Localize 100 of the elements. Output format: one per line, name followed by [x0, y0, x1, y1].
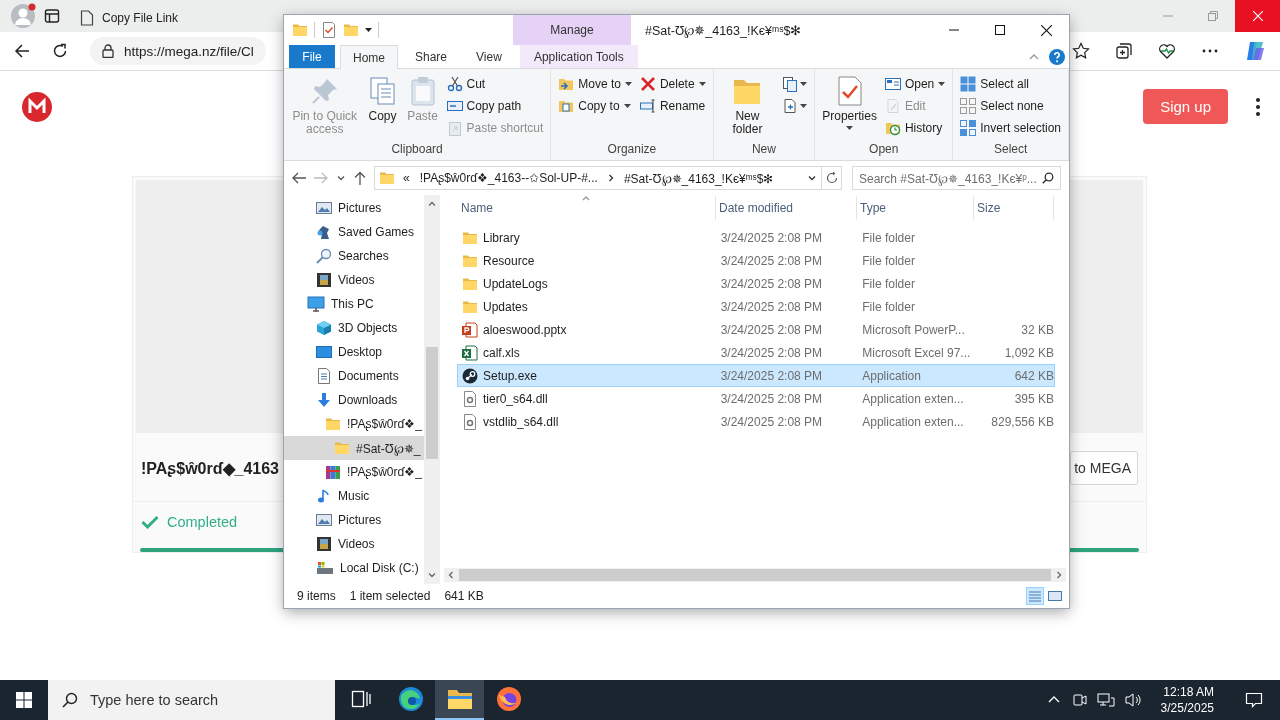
ribbon-button[interactable]: Select none — [957, 95, 1064, 117]
ribbon-button[interactable]: Invert selection — [957, 117, 1064, 139]
file-row[interactable]: calf.xls 3/24/2025 2:08 PM Microsoft Excel 97... 1,092 KB — [457, 341, 1055, 364]
spreadsheet-icon — [462, 344, 478, 361]
tree-item[interactable]: #Sat-Ʊ℘✵_ — [284, 436, 424, 460]
ribbon-button[interactable]: New folder — [717, 73, 778, 138]
search-field[interactable]: Search #Sat-Ʊ℘✵_4163_!Kє¥ᵖ... — [852, 166, 1061, 190]
column-header[interactable]: Type — [857, 196, 974, 220]
breadcrumb-overflow[interactable]: « — [401, 171, 412, 185]
tree-item[interactable]: Desktop — [284, 340, 424, 364]
tree-item[interactable]: Searches — [284, 244, 424, 268]
taskbar-search-field[interactable]: Type here to search — [48, 680, 335, 720]
clock[interactable]: 12:18 AM 3/25/2025 — [1152, 684, 1224, 716]
ribbon-button[interactable]: Copy to — [555, 95, 635, 117]
type-cell-text: Application exten... — [862, 414, 965, 429]
properties-icon[interactable] — [321, 22, 337, 38]
caret-icon — [623, 104, 631, 108]
help-icon[interactable] — [1049, 48, 1065, 65]
refresh-button[interactable] — [52, 43, 68, 59]
tree-item[interactable]: This PC — [284, 292, 424, 316]
tree-item[interactable]: Videos — [284, 268, 424, 292]
tree-item[interactable]: Videos — [284, 532, 424, 556]
column-header[interactable]: Date modified — [716, 196, 857, 220]
ribbon-button[interactable]: Copy — [363, 73, 402, 125]
tree-item[interactable]: !PAʂ$ŵ0rɗ❖_ — [284, 460, 424, 484]
breadcrumb[interactable]: #Sat-Ʊ℘✵_4163_!Kє¥ᵐˢ$✻ — [621, 169, 776, 187]
ribbon-tab[interactable]: View — [464, 45, 514, 68]
file-row[interactable]: aloeswood.pptx 3/24/2025 2:08 PM Microsoft PowerP... 32 KB — [457, 318, 1055, 341]
scrollbar[interactable] — [444, 568, 1066, 582]
tree-item[interactable]: Downloads — [284, 388, 424, 412]
ribbon-button[interactable]: History — [881, 117, 949, 139]
back-button[interactable] — [292, 172, 306, 184]
tree-item[interactable]: Pictures — [284, 196, 424, 220]
edge-icon — [397, 686, 424, 712]
ribbon-tab[interactable]: Share — [403, 45, 460, 68]
ribbon-button[interactable]: Properties — [819, 73, 880, 132]
up-button[interactable] — [354, 171, 366, 185]
tree-item[interactable]: !PAʂ$ŵ0rɗ❖_ — [284, 412, 424, 436]
volume-icon[interactable] — [1124, 692, 1143, 708]
type-cell-text: File folder — [862, 253, 916, 268]
picture-frame-icon — [316, 512, 332, 528]
size-cell-text: 1,092 KB — [1003, 345, 1054, 360]
file-name: Library — [483, 230, 520, 245]
ribbon-button[interactable]: Rename — [636, 95, 709, 117]
file-row[interactable]: tier0_s64.dll 3/24/2025 2:08 PM Application exten... 395 KB — [457, 387, 1055, 410]
drive-icon — [316, 560, 334, 576]
tab-actions-icon[interactable] — [44, 8, 60, 24]
ribbon-tab[interactable]: File — [289, 45, 335, 68]
scrollbar-thumb[interactable] — [459, 569, 1051, 581]
file-row[interactable]: Updates 3/24/2025 2:08 PM File folder — [457, 295, 1055, 318]
save-to-mega-button[interactable]: to MEGA — [1070, 451, 1138, 486]
copilot-icon[interactable] — [1244, 40, 1266, 62]
star-icon[interactable] — [1072, 42, 1090, 60]
size-cell-text: 395 KB — [1013, 391, 1054, 406]
film-strip-icon — [316, 272, 332, 288]
scrollbar[interactable] — [424, 195, 440, 584]
tree-item[interactable]: 3D Objects — [284, 316, 424, 340]
file-row[interactable]: Resource 3/24/2025 2:08 PM File folder — [457, 249, 1055, 272]
back-button[interactable] — [14, 43, 30, 59]
tree-item[interactable]: Music — [284, 484, 424, 508]
column-header[interactable]: Name — [458, 196, 716, 220]
collections-icon[interactable] — [1115, 42, 1133, 60]
taskbar-app[interactable] — [435, 680, 484, 720]
recent-locations-button[interactable] — [336, 173, 346, 183]
ribbon-tab[interactable]: Home — [340, 45, 398, 69]
file-row[interactable]: vstdlib_s64.dll 3/24/2025 2:08 PM Application exten... 829,556 KB — [457, 410, 1055, 433]
ribbon-button[interactable]: Open — [881, 73, 949, 95]
network-icon[interactable] — [1096, 692, 1115, 708]
ribbon-button[interactable]: Copy path — [443, 95, 547, 117]
ribbon-button[interactable]: Cut — [443, 73, 547, 95]
heart-pulse-icon[interactable] — [1158, 42, 1176, 60]
large-icons-view-button[interactable] — [1047, 588, 1063, 604]
column-header[interactable]: Size — [974, 196, 1054, 220]
file-row[interactable]: Setup.exe 3/24/2025 2:08 PM Application 642 KB — [457, 364, 1055, 387]
tree-item[interactable]: Pictures — [284, 508, 424, 532]
status-text: 641 KB — [444, 589, 485, 603]
ribbon-button[interactable]: Delete — [636, 73, 709, 95]
profile-icon[interactable] — [10, 3, 36, 29]
ribbon-button[interactable]: Move to — [555, 73, 635, 95]
date-cell-text: 3/24/2025 2:08 PM — [719, 299, 824, 314]
breadcrumb[interactable]: !PAʂ$ŵ0rɗ❖_4163--✩Sol-UP-#... — [417, 171, 600, 185]
size-cell-text: 829,556 KB — [990, 414, 1054, 429]
kebab-menu-icon[interactable] — [1256, 97, 1260, 116]
address-bar[interactable]: « !PAʂ$ŵ0rɗ❖_4163--✩Sol-UP-#... #Sat-Ʊ℘✵_4163_!Kє¥ᵐˢ$✻ — [374, 166, 822, 190]
tree-item[interactable]: Documents — [284, 364, 424, 388]
browser-tab[interactable]: Copy File Link — [68, 4, 272, 32]
ribbon-button[interactable]: Select all — [957, 73, 1064, 95]
file-row[interactable]: UpdateLogs 3/24/2025 2:08 PM File folder — [457, 272, 1055, 295]
tree-item[interactable]: Saved Games — [284, 220, 424, 244]
file-row[interactable]: Library 3/24/2025 2:08 PM File folder — [457, 226, 1055, 249]
tree-item[interactable]: Local Disk (C:) — [284, 556, 424, 580]
task-view-icon — [351, 690, 371, 708]
ribbon-tab[interactable]: Application Tools — [519, 45, 638, 68]
copy-path-icon — [446, 98, 463, 114]
scrollbar-thumb[interactable] — [426, 347, 438, 459]
delete-icon — [639, 76, 656, 92]
invert-selection-icon — [960, 120, 977, 136]
camera-icon[interactable] — [1070, 692, 1087, 708]
address-field[interactable]: https://mega.nz/file/Cl — [90, 37, 266, 65]
forward-arrow-icon — [314, 172, 328, 184]
